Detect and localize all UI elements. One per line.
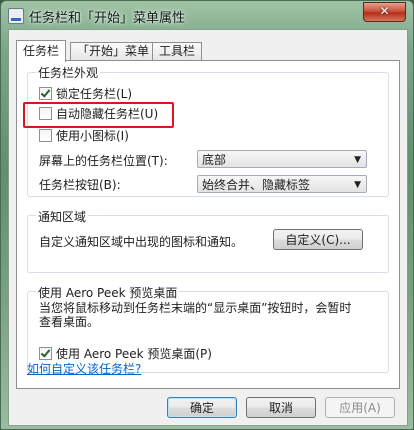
help-link[interactable]: 如何自定义该任务栏? <box>27 360 141 377</box>
tab-toolbars[interactable]: 工具栏 <box>152 42 203 60</box>
autohide-taskbar-label: 自动隐藏任务栏(U) <box>56 107 159 121</box>
taskbar-tab-panel: 任务栏外观 锁定任务栏(L) 自动隐藏任务栏(U) 使用小图标(I) 屏幕上的任… <box>16 60 400 389</box>
notification-group-title: 通知区域 <box>36 208 89 225</box>
chevron-down-icon: ▼ <box>354 155 361 165</box>
dialog-window: 任务栏和「开始」菜单属性 ✕ 任务栏 「开始」菜单 工具栏 任务栏外观 锁定任务… <box>0 0 414 430</box>
autohide-taskbar-check-box[interactable] <box>39 107 52 120</box>
close-button[interactable]: ✕ <box>363 2 406 22</box>
taskbar-location-value: 底部 <box>202 153 227 167</box>
aero-peek-description-line-2: 查看桌面。 <box>39 315 100 329</box>
taskbar-location-label: 屏幕上的任务栏位置(T): <box>39 154 168 168</box>
lock-taskbar-checkbox[interactable]: 锁定任务栏(L) <box>39 86 132 102</box>
aero-peek-description-line-1: 当您将鼠标移动到任务栏末端的“显示桌面”按钮时，会暂时 <box>39 301 352 315</box>
dialog-client: 任务栏 「开始」菜单 工具栏 任务栏外观 锁定任务栏(L) 自动隐藏任务栏(U)… <box>8 29 408 426</box>
tab-taskbar[interactable]: 任务栏 <box>16 40 67 62</box>
small-icons-label: 使用小图标(I) <box>56 129 129 143</box>
taskbar-app-icon <box>8 8 24 24</box>
taskbar-buttons-label: 任务栏按钮(B): <box>39 178 121 192</box>
small-icons-checkbox[interactable]: 使用小图标(I) <box>39 128 129 144</box>
small-icons-check-box[interactable] <box>39 129 52 142</box>
customize-notifications-button[interactable]: 自定义(C)... <box>273 229 363 250</box>
chevron-down-icon: ▼ <box>354 180 361 190</box>
aero-peek-description: 当您将鼠标移动到任务栏末端的“显示桌面”按钮时，会暂时 查看桌面。 <box>39 301 384 329</box>
autohide-taskbar-checkbox[interactable]: 自动隐藏任务栏(U) <box>39 106 158 122</box>
taskbar-buttons-dropdown[interactable]: 始终合并、隐藏标签 ▼ <box>197 175 367 193</box>
notification-description: 自定义通知区域中出现的图标和通知。 <box>39 235 244 249</box>
aero-peek-group-title: 使用 Aero Peek 预览桌面 <box>36 284 180 301</box>
window-title: 任务栏和「开始」菜单属性 <box>29 11 186 26</box>
aero-peek-check-box[interactable] <box>39 347 52 360</box>
taskbar-buttons-value: 始终合并、隐藏标签 <box>202 178 311 192</box>
lock-taskbar-label: 锁定任务栏(L) <box>56 87 133 101</box>
ok-button[interactable]: 确定 <box>167 397 237 418</box>
lock-taskbar-check-box[interactable] <box>39 87 52 100</box>
apply-button[interactable]: 应用(A) <box>325 397 395 418</box>
appearance-group-title: 任务栏外观 <box>36 64 101 81</box>
taskbar-location-dropdown[interactable]: 底部 ▼ <box>197 150 367 168</box>
tab-start-menu[interactable]: 「开始」菜单 <box>70 42 157 60</box>
title-bar[interactable]: 任务栏和「开始」菜单属性 ✕ <box>1 1 413 29</box>
aero-peek-label: 使用 Aero Peek 预览桌面(P) <box>56 347 212 361</box>
cancel-button[interactable]: 取消 <box>246 397 316 418</box>
